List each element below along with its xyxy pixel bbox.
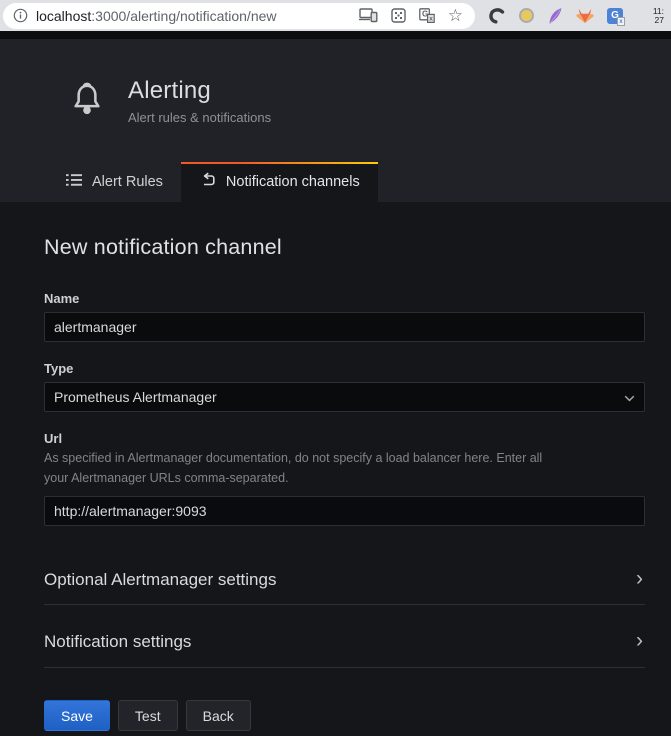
section-notification-settings[interactable]: Notification settings › xyxy=(44,632,645,668)
page-subtitle: Alert rules & notifications xyxy=(128,110,271,125)
name-form-group: Name xyxy=(44,291,645,342)
tab-bar: Alert Rules Notification channels xyxy=(0,162,671,202)
chevron-down-icon xyxy=(624,389,635,405)
page-header: Alerting Alert rules & notifications Ale… xyxy=(0,39,671,202)
section-notification-title: Notification settings xyxy=(44,632,191,652)
tab-alert-rules[interactable]: Alert Rules xyxy=(48,162,181,202)
svg-text:x: x xyxy=(429,16,433,23)
collapsible-sections: Optional Alertmanager settings › Notific… xyxy=(44,570,645,668)
tab-notification-channels-label: Notification channels xyxy=(226,174,360,190)
url-description-line1: As specified in Alertmanager documentati… xyxy=(44,448,645,468)
type-form-group: Type Prometheus Alertmanager xyxy=(44,361,645,412)
type-select-value: Prometheus Alertmanager xyxy=(54,389,217,405)
chevron-right-icon: › xyxy=(636,570,645,587)
form-title: New notification channel xyxy=(44,235,645,260)
system-clock: 11: 27 xyxy=(653,7,666,25)
bookmark-star-icon[interactable]: ☆ xyxy=(448,7,463,24)
save-button[interactable]: Save xyxy=(44,700,110,731)
address-bar[interactable]: localhost:3000/alerting/notification/new… xyxy=(3,3,475,29)
browser-toolbar: localhost:3000/alerting/notification/new… xyxy=(0,0,671,31)
translate-extension-mini-page: x xyxy=(617,17,625,26)
section-optional-title: Optional Alertmanager settings xyxy=(44,570,276,590)
url-text[interactable]: localhost:3000/alerting/notification/new xyxy=(36,8,351,24)
tab-alert-rules-label: Alert Rules xyxy=(92,174,163,190)
page-top-strip xyxy=(0,31,671,39)
list-icon xyxy=(66,173,82,191)
yellow-circle-extension-icon[interactable] xyxy=(519,8,534,23)
swoosh-extension-icon[interactable] xyxy=(487,6,506,25)
url-description: As specified in Alertmanager documentati… xyxy=(44,448,645,488)
tab-notification-channels[interactable]: Notification channels xyxy=(181,162,378,202)
page-body: New notification channel Name Type Prome… xyxy=(0,202,671,731)
translate-page-icon[interactable]: Gx xyxy=(419,8,435,23)
url-form-group: Url As specified in Alertmanager documen… xyxy=(44,431,645,526)
back-button[interactable]: Back xyxy=(186,700,251,731)
type-select[interactable]: Prometheus Alertmanager xyxy=(44,382,645,412)
url-description-line2: your Alertmanager URLs comma-separated. xyxy=(44,468,645,488)
gitlab-extension-icon[interactable] xyxy=(576,7,594,24)
url-host: localhost xyxy=(36,8,91,24)
page-title: Alerting xyxy=(128,77,271,105)
url-label: Url xyxy=(44,431,645,446)
test-button[interactable]: Test xyxy=(118,700,178,731)
name-input[interactable] xyxy=(44,312,645,342)
feather-extension-icon[interactable] xyxy=(547,7,563,25)
clock-minutes: 27 xyxy=(653,16,664,25)
alerting-bell-icon xyxy=(70,80,104,122)
type-label: Type xyxy=(44,361,645,376)
send-to-devices-icon[interactable] xyxy=(359,8,378,23)
page-info-icon[interactable] xyxy=(13,8,28,23)
apps-grid-icon[interactable] xyxy=(391,8,406,23)
url-path: :3000/alerting/notification/new xyxy=(91,8,276,24)
form-actions: Save Test Back xyxy=(44,700,645,731)
url-input[interactable] xyxy=(44,496,645,526)
translate-extension-icon[interactable]: Gx xyxy=(607,8,623,24)
name-label: Name xyxy=(44,291,645,306)
chevron-right-icon: › xyxy=(636,632,645,649)
channel-arrow-icon xyxy=(199,172,216,192)
section-optional-alertmanager-settings[interactable]: Optional Alertmanager settings › xyxy=(44,570,645,605)
